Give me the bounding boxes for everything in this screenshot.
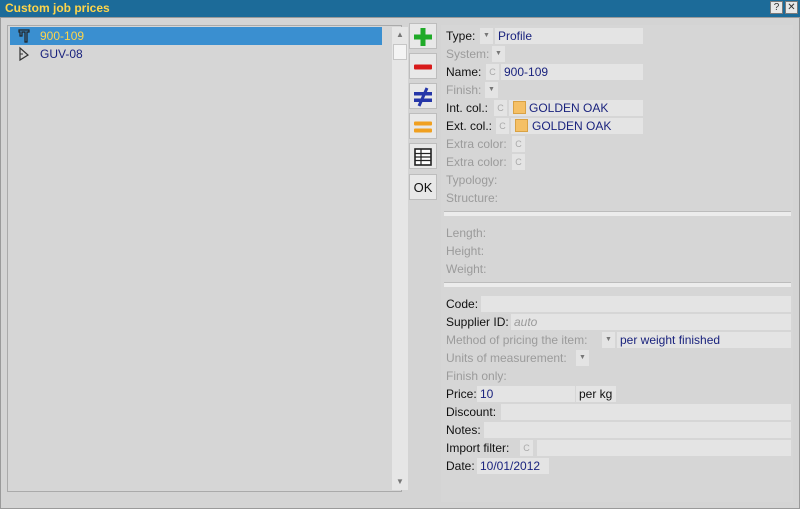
- supplier-id-label: Supplier ID:: [446, 315, 509, 329]
- close-button[interactable]: ✕: [785, 1, 798, 14]
- remove-button[interactable]: [409, 53, 437, 79]
- price-label: Price:: [446, 387, 477, 401]
- height-label: Height:: [446, 244, 485, 258]
- length-label: Length:: [446, 226, 487, 240]
- scroll-thumb[interactable]: [393, 44, 407, 60]
- tree-item-900-109[interactable]: 900-109: [10, 27, 382, 45]
- type-field[interactable]: Profile: [495, 28, 643, 44]
- minus-icon: [414, 64, 432, 70]
- pricing-method-field[interactable]: per weight finished: [617, 332, 791, 348]
- separator: [444, 282, 791, 287]
- add-button[interactable]: [409, 23, 437, 49]
- ext-col-swatch: [515, 119, 528, 132]
- typology-label: Typology:: [446, 173, 498, 187]
- table-icon: [414, 148, 432, 166]
- ok-button[interactable]: OK: [409, 174, 437, 200]
- import-filter-c-toggle[interactable]: C: [520, 440, 533, 456]
- name-c-toggle[interactable]: C: [486, 64, 499, 80]
- import-filter-label: Import filter:: [446, 441, 510, 455]
- units-label: Units of measurement:: [446, 351, 567, 365]
- plus-icon: [414, 28, 432, 46]
- equal-button[interactable]: [409, 113, 437, 139]
- pricing-method-label: Method of pricing the item:: [446, 333, 588, 347]
- help-button[interactable]: ?: [770, 1, 783, 14]
- accessory-icon: [19, 46, 30, 62]
- supplier-id-field[interactable]: auto: [511, 314, 791, 330]
- int-col-label: Int. col.:: [446, 101, 489, 115]
- replace-button[interactable]: [409, 83, 437, 109]
- extra-color-1-c-toggle[interactable]: C: [512, 136, 525, 152]
- window-title: Custom job prices: [5, 1, 110, 15]
- extra-color-2-c-toggle[interactable]: C: [512, 154, 525, 170]
- separator: [444, 211, 791, 216]
- ext-col-c-toggle[interactable]: C: [496, 118, 509, 134]
- tree-item-guv-08[interactable]: GUV-08: [10, 45, 382, 63]
- int-col-c-toggle[interactable]: C: [494, 100, 507, 116]
- units-dropdown-arrow-icon[interactable]: ▼: [576, 350, 589, 366]
- code-label: Code:: [446, 297, 479, 311]
- equal-icon: [414, 121, 432, 133]
- scroll-up-arrow-icon[interactable]: ▲: [392, 27, 408, 43]
- extra-color-1-label: Extra color:: [446, 137, 507, 151]
- price-unit: per kg: [576, 386, 616, 402]
- finish-only-label: Finish only:: [446, 369, 507, 383]
- pricing-method-dropdown-arrow-icon[interactable]: ▼: [602, 332, 615, 348]
- price-field[interactable]: 10: [477, 386, 575, 402]
- ext-col-label: Ext. col.:: [446, 119, 493, 133]
- tree-scrollbar[interactable]: ▲ ▼: [392, 27, 408, 490]
- table-button[interactable]: [409, 143, 437, 169]
- discount-field[interactable]: [501, 404, 791, 420]
- weight-label: Weight:: [446, 262, 487, 276]
- int-col-field[interactable]: GOLDEN OAK: [509, 100, 643, 116]
- system-label: System:: [446, 47, 490, 61]
- date-label: Date:: [446, 459, 475, 473]
- code-field[interactable]: [481, 296, 791, 312]
- system-dropdown-arrow-icon[interactable]: ▼: [492, 46, 505, 62]
- finish-label: Finish:: [446, 83, 482, 97]
- name-field[interactable]: 900-109: [501, 64, 643, 80]
- ext-col-field[interactable]: GOLDEN OAK: [511, 118, 643, 134]
- tree-item-label: GUV-08: [40, 47, 83, 61]
- discount-label: Discount:: [446, 405, 497, 419]
- not-equal-icon: [414, 87, 432, 107]
- scroll-down-arrow-icon[interactable]: ▼: [392, 474, 408, 490]
- import-filter-field[interactable]: [537, 440, 791, 456]
- type-dropdown-arrow-icon[interactable]: ▼: [480, 28, 493, 44]
- title-bar: Custom job prices ? ✕: [0, 0, 800, 17]
- finish-dropdown-arrow-icon[interactable]: ▼: [485, 82, 498, 98]
- notes-field[interactable]: [484, 422, 791, 438]
- type-label: Type:: [446, 29, 476, 43]
- profile-icon: [18, 29, 30, 43]
- extra-color-2-label: Extra color:: [446, 155, 507, 169]
- structure-label: Structure:: [446, 191, 499, 205]
- int-col-swatch: [513, 101, 526, 114]
- item-tree[interactable]: 900-109 GUV-08 ▲ ▼: [7, 25, 408, 492]
- date-field[interactable]: 10/01/2012: [477, 458, 549, 474]
- tree-item-label: 900-109: [40, 29, 85, 43]
- name-label: Name:: [446, 65, 482, 79]
- notes-label: Notes:: [446, 423, 481, 437]
- ok-label: OK: [413, 180, 433, 195]
